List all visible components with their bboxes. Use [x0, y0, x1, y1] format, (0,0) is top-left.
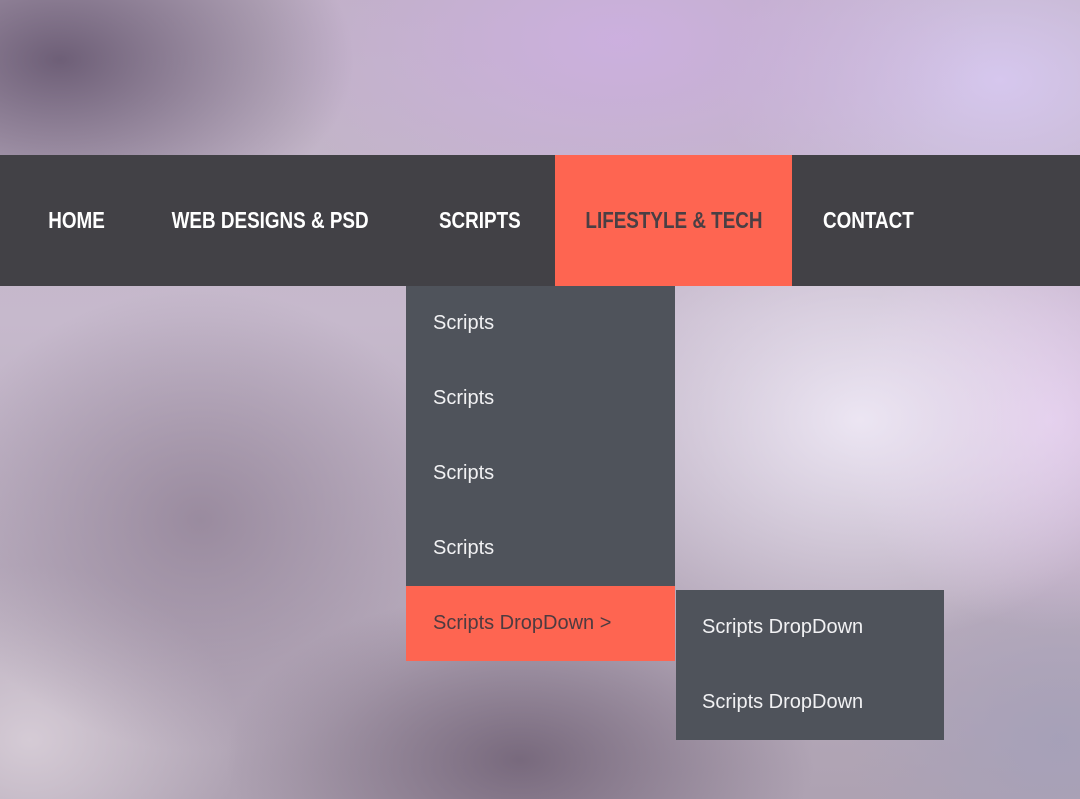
dropdown-item-scripts[interactable]: Scripts [406, 511, 675, 586]
scripts-dropdown-submenu: Scripts DropDown Scripts DropDown [676, 590, 944, 740]
dropdown-item-label: Scripts [433, 312, 495, 334]
submenu-item-label: Scripts DropDown [702, 691, 864, 713]
dropdown-item-label: Scripts [433, 387, 495, 409]
dropdown-item-label: Scripts [433, 537, 495, 559]
nav-item-label: HOME [47, 207, 105, 233]
nav-item-scripts[interactable]: SCRIPTS [410, 155, 550, 286]
nav-item-lifestyle-tech[interactable]: LIFESTYLE & TECH [555, 155, 792, 286]
nav-item-label: WEB DESIGNS & PSD [171, 207, 369, 233]
dropdown-item-scripts[interactable]: Scripts [406, 286, 675, 361]
submenu-item-scripts-dropdown[interactable]: Scripts DropDown [676, 665, 944, 740]
nav-item-label: CONTACT [822, 207, 914, 233]
nav-item-contact[interactable]: CONTACT [800, 155, 936, 286]
dropdown-item-scripts-dropdown[interactable]: Scripts DropDown > [406, 586, 675, 661]
dropdown-item-scripts[interactable]: Scripts [406, 361, 675, 436]
nav-item-web-designs-psd[interactable]: WEB DESIGNS & PSD [150, 155, 390, 286]
nav-item-label: SCRIPTS [439, 207, 521, 233]
submenu-item-scripts-dropdown[interactable]: Scripts DropDown [676, 590, 944, 665]
dropdown-item-label: Scripts DropDown > [433, 612, 612, 634]
nav-item-home[interactable]: HOME [20, 155, 132, 286]
dropdown-item-scripts[interactable]: Scripts [406, 436, 675, 511]
main-navbar: HOME WEB DESIGNS & PSD SCRIPTS LIFESTYLE… [0, 155, 1080, 286]
submenu-item-label: Scripts DropDown [702, 616, 864, 638]
dropdown-item-label: Scripts [433, 462, 495, 484]
scripts-dropdown-menu: Scripts Scripts Scripts Scripts Scripts … [406, 286, 675, 661]
nav-item-label: LIFESTYLE & TECH [584, 207, 763, 233]
